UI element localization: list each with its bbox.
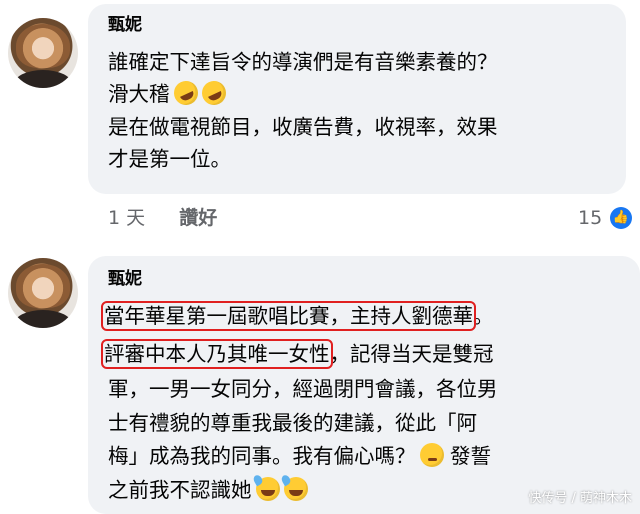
comment-text: 。: [473, 304, 494, 328]
comment-text-line: 誰確定下達旨令的導演們是有音樂素養的？: [108, 50, 498, 74]
comment-text: 之前我不認識她: [108, 478, 252, 502]
comment-text-line: 軍，一男一女同分，經過閉門會議，各位男: [108, 377, 498, 401]
grinning-sweat-emoji-icon: [255, 477, 280, 501]
comment-meta: 1 天 讚好: [108, 206, 217, 230]
comment-bubble: 甄妮 當年華星第一屆歌唱比賽，主持人劉德華。 評審中本人乃其唯一女性，記得当天是…: [88, 256, 640, 514]
comment-text-line: 才是第一位。: [108, 147, 231, 171]
comment-text: 滑大稽: [108, 82, 170, 106]
comment-text: 梅」成為我的同事。我有偏心嗎？: [108, 444, 416, 468]
comment-author[interactable]: 甄妮: [108, 268, 142, 290]
comment-text-line: 是在做電視節目，收廣告費，收視率，效果: [108, 115, 498, 139]
comment-timestamp[interactable]: 1 天: [108, 207, 145, 229]
avatar[interactable]: [8, 18, 78, 88]
avatar-hair: [16, 264, 70, 308]
thinking-face-emoji-icon: [419, 443, 444, 467]
comment-text: 發誓: [450, 444, 492, 468]
like-button[interactable]: 讚好: [179, 207, 217, 229]
comment-text-line: 梅」成為我的同事。我有偏心嗎？ 發誓: [108, 441, 491, 472]
comment-author[interactable]: 甄妮: [108, 14, 142, 36]
comment-text-line: 之前我不認識她: [108, 475, 308, 506]
grinning-sweat-emoji-icon: [283, 477, 308, 501]
avatar-shoulder: [14, 70, 72, 88]
comment-text: ，記得当天是雙冠: [329, 342, 494, 366]
comment-text-line: 滑大稽: [108, 77, 230, 110]
thumbs-up-icon[interactable]: 👍: [610, 207, 632, 229]
rofl-emoji-icon: [197, 77, 230, 109]
highlight-box: 評審中本人乃其唯一女性: [101, 339, 333, 369]
comment-text-line: 當年華星第一屆歌唱比賽，主持人劉德華。: [101, 301, 494, 332]
comment-text-line: 士有禮貌的尊重我最後的建議，從此「阿: [108, 411, 477, 435]
avatar-shoulder: [14, 310, 72, 328]
highlight-box: 當年華星第一屆歌唱比賽，主持人劉德華: [101, 301, 476, 331]
reaction-count[interactable]: 15: [578, 207, 602, 229]
watermark: 快传号 / 萌神木木: [528, 491, 632, 506]
comment-text-line: 評審中本人乃其唯一女性，記得当天是雙冠: [101, 339, 494, 370]
comment-bubble: 甄妮 誰確定下達旨令的導演們是有音樂素養的？ 滑大稽 是在做電視節目，收廣告費，…: [88, 4, 626, 194]
avatar-hair: [16, 24, 70, 68]
avatar[interactable]: [8, 258, 78, 328]
rofl-emoji-icon: [169, 77, 202, 109]
